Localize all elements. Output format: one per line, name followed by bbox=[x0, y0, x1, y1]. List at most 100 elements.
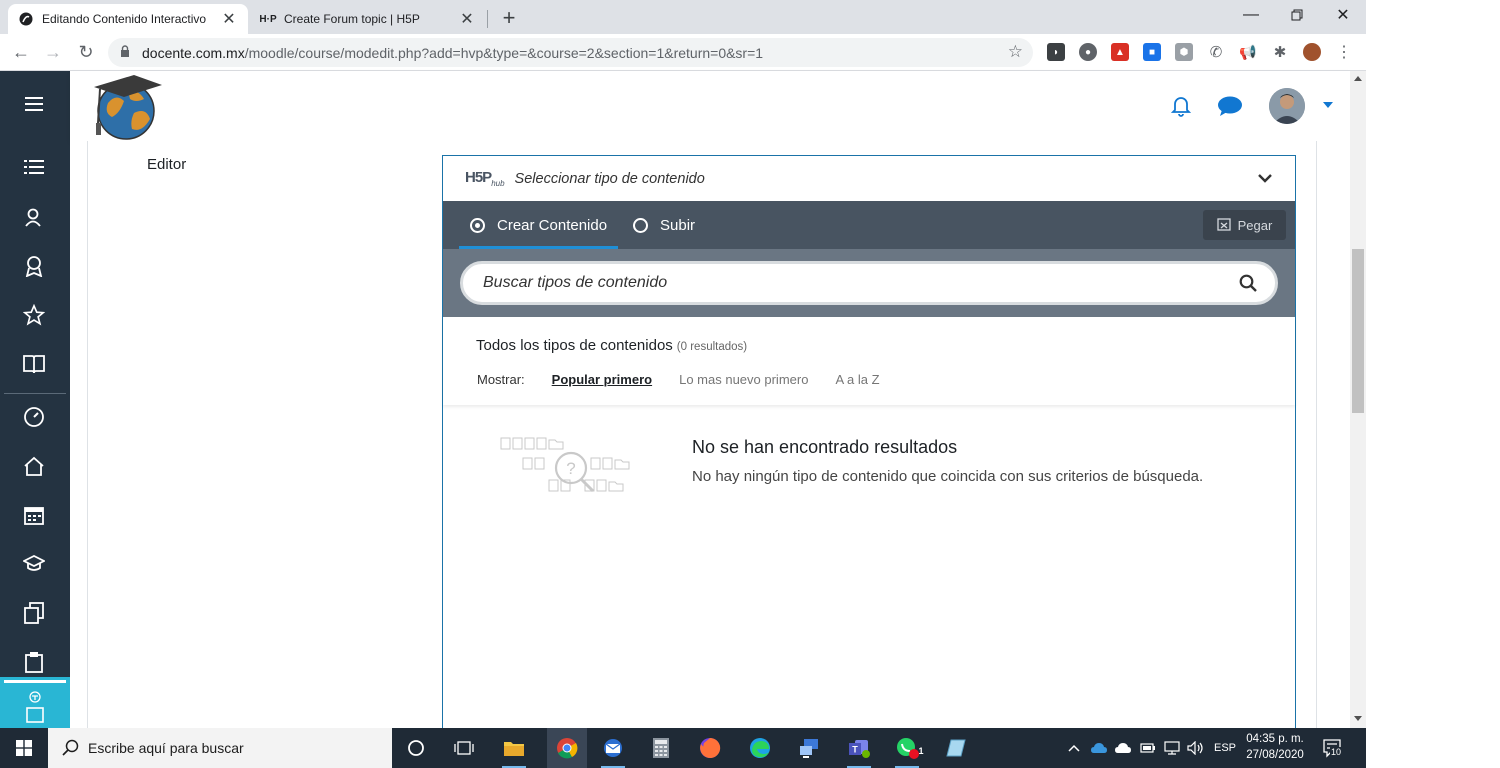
calculator-icon[interactable] bbox=[645, 732, 677, 764]
browser-menu-icon[interactable]: ⋮ bbox=[1335, 43, 1353, 61]
accessibility-panel[interactable] bbox=[0, 677, 70, 728]
remote-desktop-icon[interactable] bbox=[793, 732, 825, 764]
radio-selected-icon bbox=[470, 217, 485, 233]
teams-icon[interactable]: T bbox=[843, 732, 875, 768]
show-hidden-icons-icon[interactable] bbox=[1068, 728, 1080, 768]
volume-icon[interactable] bbox=[1187, 728, 1205, 768]
browser-tab-title: Create Forum topic | H5P bbox=[284, 12, 420, 26]
badges-icon[interactable] bbox=[20, 252, 48, 280]
close-tab-icon[interactable]: ✕ bbox=[458, 9, 476, 29]
browser-tab-inactive[interactable]: H·P Create Forum topic | H5P ✕ bbox=[250, 4, 486, 34]
url-host: docente.com.mx bbox=[142, 44, 245, 61]
messages-chat-icon[interactable] bbox=[1217, 93, 1243, 119]
file-explorer-icon[interactable] bbox=[498, 732, 530, 768]
star-icon[interactable] bbox=[20, 301, 48, 329]
home-icon[interactable] bbox=[20, 452, 48, 480]
address-bar[interactable]: docente.com.mx/moodle/course/modedit.php… bbox=[108, 38, 1033, 67]
sort-newest-first[interactable]: Lo mas nuevo primero bbox=[679, 372, 808, 387]
onedrive-icon[interactable] bbox=[1090, 728, 1108, 768]
extension-4-icon[interactable]: ■ bbox=[1143, 43, 1161, 61]
site-logo[interactable] bbox=[86, 73, 166, 141]
search-icon bbox=[62, 739, 80, 757]
tab-create-content[interactable]: Crear Contenido bbox=[459, 201, 619, 249]
graduation-cap-icon[interactable] bbox=[20, 550, 48, 578]
cortana-icon[interactable] bbox=[400, 732, 432, 764]
region-border bbox=[87, 141, 88, 728]
clipboard-icon[interactable] bbox=[20, 648, 48, 676]
whatsapp-icon[interactable]: 1 bbox=[891, 732, 924, 768]
moodle-favicon-icon bbox=[18, 11, 34, 27]
tab-upload-label: Subir bbox=[660, 216, 696, 234]
firefox-icon[interactable] bbox=[694, 732, 726, 764]
taskbar-search-placeholder: Escribe aquí para buscar bbox=[88, 740, 244, 756]
url-path: /moodle/course/modedit.php?add=hvp&type=… bbox=[244, 44, 764, 61]
page-content: Editor H5Phub Seleccionar tipo de conten… bbox=[70, 141, 1350, 728]
back-icon[interactable]: ← bbox=[9, 40, 33, 64]
page-scrollbar[interactable] bbox=[1350, 71, 1366, 728]
whatsapp-badge: 1 bbox=[918, 746, 924, 756]
reload-icon[interactable]: ↻ bbox=[74, 40, 98, 64]
content-type-search-input[interactable]: Buscar tipos de contenido bbox=[460, 261, 1278, 305]
tab-upload[interactable]: Subir bbox=[633, 201, 695, 249]
h5p-logo-sub: hub bbox=[491, 179, 505, 188]
chevron-down-icon[interactable] bbox=[1257, 170, 1273, 186]
phone-extension-icon[interactable]: ✆ bbox=[1207, 43, 1225, 61]
minimize-icon[interactable]: — bbox=[1228, 0, 1274, 30]
no-results-illustration-icon: ? bbox=[499, 434, 639, 496]
extension-3-icon[interactable]: ▲ bbox=[1111, 43, 1129, 61]
scroll-up-arrow-icon[interactable] bbox=[1354, 76, 1362, 81]
windows-start-icon[interactable] bbox=[0, 728, 48, 768]
taskbar-search-input[interactable]: Escribe aquí para buscar bbox=[48, 728, 392, 768]
bookmark-star-icon[interactable]: ☆ bbox=[1008, 42, 1023, 62]
show-label: Mostrar: bbox=[477, 372, 525, 387]
megaphone-extension-icon[interactable]: 📢 bbox=[1239, 43, 1257, 61]
user-avatar[interactable] bbox=[1269, 88, 1305, 124]
files-icon[interactable] bbox=[20, 599, 48, 627]
profile-avatar-icon[interactable] bbox=[1303, 43, 1321, 61]
notifications-bell-icon[interactable] bbox=[1168, 93, 1194, 119]
network-icon[interactable] bbox=[1164, 728, 1180, 768]
battery-icon[interactable] bbox=[1140, 728, 1156, 768]
shield-extension-icon[interactable]: ⬢ bbox=[1175, 43, 1193, 61]
calendar-icon[interactable] bbox=[20, 501, 48, 529]
onedrive-personal-icon[interactable] bbox=[1114, 728, 1132, 768]
extension-1-icon[interactable]: ◗ bbox=[1047, 43, 1065, 61]
scroll-down-arrow-icon[interactable] bbox=[1354, 716, 1362, 721]
book-icon[interactable] bbox=[20, 350, 48, 378]
edge-icon[interactable] bbox=[744, 732, 776, 764]
action-center-icon[interactable]: 10 bbox=[1322, 738, 1343, 758]
all-types-label: Todos los tipos de contenidos bbox=[476, 337, 673, 354]
forward-icon[interactable]: → bbox=[41, 40, 65, 64]
dashboard-icon[interactable] bbox=[20, 403, 48, 431]
search-icon[interactable] bbox=[1239, 274, 1257, 292]
task-view-icon[interactable] bbox=[448, 732, 480, 764]
screen: Editando Contenido Interactivo ✕ H·P Cre… bbox=[0, 0, 1500, 768]
accessibility-icon bbox=[26, 691, 44, 723]
scrollbar-thumb[interactable] bbox=[1352, 249, 1364, 413]
close-tab-icon[interactable]: ✕ bbox=[220, 9, 238, 29]
input-language-indicator[interactable]: ESP bbox=[1214, 728, 1236, 768]
mail-app-icon[interactable] bbox=[597, 732, 629, 768]
notepad-app-icon[interactable] bbox=[940, 732, 972, 764]
puzzle-extensions-icon[interactable]: ✱ bbox=[1271, 43, 1289, 61]
paste-icon bbox=[1216, 217, 1231, 234]
participants-icon[interactable] bbox=[20, 203, 48, 231]
no-results-title: No se han encontrado resultados bbox=[692, 437, 958, 457]
new-tab-icon[interactable]: + bbox=[498, 5, 520, 31]
hub-header[interactable]: H5Phub Seleccionar tipo de contenido bbox=[443, 156, 1295, 201]
browser-tab-active[interactable]: Editando Contenido Interactivo ✕ bbox=[8, 4, 248, 34]
hamburger-menu-icon[interactable] bbox=[20, 90, 48, 118]
radio-unselected-icon bbox=[633, 217, 648, 233]
paste-button[interactable]: Pegar bbox=[1203, 210, 1286, 240]
hub-filter-bar: Todos los tipos de contenidos (0 resultad… bbox=[443, 317, 1295, 405]
close-window-icon[interactable]: ✕ bbox=[1320, 0, 1366, 30]
list-icon[interactable] bbox=[20, 153, 48, 181]
restore-icon[interactable] bbox=[1274, 0, 1320, 30]
chrome-icon[interactable] bbox=[547, 728, 587, 768]
browser-tab-title: Editando Contenido Interactivo bbox=[42, 12, 207, 26]
sort-popular-first[interactable]: Popular primero bbox=[552, 372, 652, 387]
extension-2-icon[interactable]: ● bbox=[1079, 43, 1097, 61]
sort-a-to-z[interactable]: A a la Z bbox=[835, 372, 879, 387]
taskbar-clock[interactable]: 04:35 p. m. 27/08/2020 bbox=[1240, 731, 1310, 763]
user-menu-caret-icon[interactable] bbox=[1323, 102, 1333, 108]
